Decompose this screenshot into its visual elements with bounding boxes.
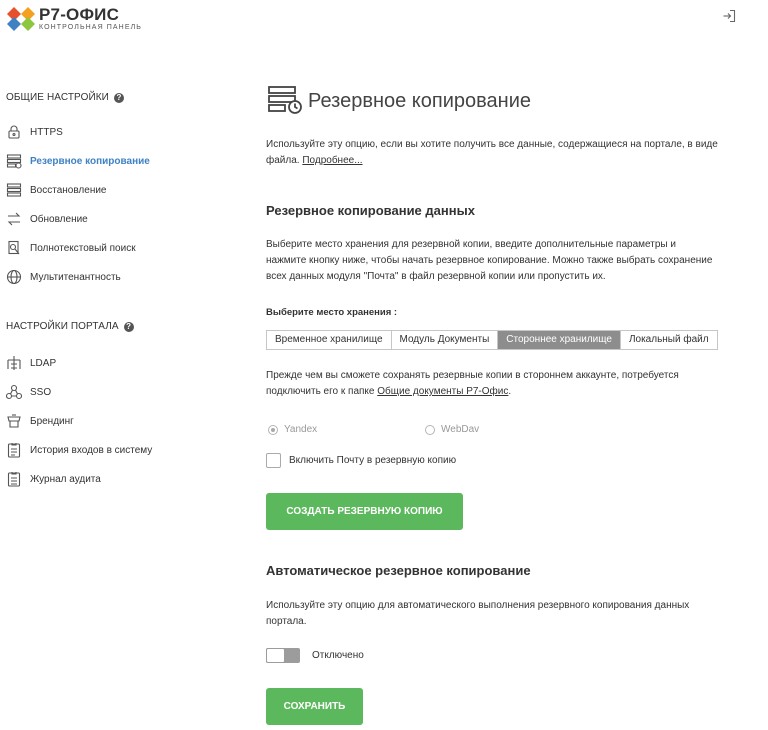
branding-icon <box>7 414 21 428</box>
general-settings-heading: ОБЩИЕ НАСТРОЙКИ ? <box>6 92 124 103</box>
backup-page-icon <box>268 86 302 114</box>
auto-backup-toggle-row: Отключено <box>266 648 364 663</box>
sidebar-item-label: История входов в систему <box>30 444 153 456</box>
sidebar-item-label: LDAP <box>30 357 57 369</box>
tab-documents-module[interactable]: Модуль Документы <box>391 331 499 349</box>
sidebar-item-update[interactable]: Обновление <box>6 210 88 228</box>
login-history-icon <box>7 443 21 458</box>
sidebar-item-label: Полнотекстовый поиск <box>30 242 136 254</box>
sidebar-item-label: HTTPS <box>30 126 63 138</box>
include-mail-option[interactable]: Включить Почту в резервную копию <box>266 453 456 468</box>
sidebar-item-label: Резервное копирование <box>30 155 150 167</box>
radio-webdav-indicator[interactable] <box>425 424 435 435</box>
restore-icon <box>6 183 22 197</box>
radio-webdav-label: WebDav <box>441 424 480 435</box>
radio-yandex-label: Yandex <box>284 424 318 435</box>
lock-icon <box>8 125 20 139</box>
radio-yandex-indicator[interactable] <box>268 424 278 435</box>
storage-label: Выберите место хранения : <box>266 307 398 318</box>
auto-backup-toggle[interactable] <box>266 648 300 663</box>
create-backup-button[interactable]: СОЗДАТЬ РЕЗЕРВНУЮ КОПИЮ <box>266 493 463 530</box>
save-button[interactable]: СОХРАНИТЬ <box>266 688 363 725</box>
auto-backup-toggle-label: Отключено <box>312 650 364 661</box>
tab-third-party-storage[interactable]: Стороннее хранилище <box>498 331 621 349</box>
sidebar-item-restore[interactable]: Восстановление <box>6 181 107 199</box>
sidebar-item-backup[interactable]: Резервное копирование <box>6 152 150 170</box>
include-mail-label: Включить Почту в резервную копию <box>289 455 457 466</box>
radio-yandex[interactable]: Yandex <box>268 424 317 435</box>
sidebar-item-audit-log[interactable]: Журнал аудита <box>6 470 101 488</box>
third-party-note: Прежде чем вы сможете сохранять резервны… <box>266 368 726 400</box>
logo-title: Р7-ОФИС <box>39 5 120 24</box>
sign-out-icon[interactable] <box>722 9 736 23</box>
sidebar-item-sso[interactable]: SSO <box>6 383 51 401</box>
sidebar-item-label: Брендинг <box>30 415 74 427</box>
sidebar-item-label: Обновление <box>30 213 88 225</box>
audit-log-icon <box>7 472 21 487</box>
sidebar-item-ldap[interactable]: LDAP <box>6 354 56 372</box>
auto-backup-description: Используйте эту опцию для автоматическог… <box>266 600 690 627</box>
sidebar-item-https[interactable]: HTTPS <box>6 123 63 141</box>
sidebar-item-label: Мультитенантность <box>30 271 121 283</box>
backup-icon <box>6 154 22 169</box>
include-mail-checkbox[interactable] <box>266 453 281 468</box>
ldap-icon <box>7 356 21 370</box>
tab-local-file[interactable]: Локальный файл <box>620 331 717 349</box>
more-info-link[interactable]: Подробнее... <box>302 155 362 166</box>
sidebar-item-fulltext-search[interactable]: Полнотекстовый поиск <box>6 239 136 257</box>
sidebar-item-label: SSO <box>30 386 52 398</box>
sidebar-item-label: Восстановление <box>30 184 107 196</box>
general-settings-title: ОБЩИЕ НАСТРОЙКИ <box>6 92 109 103</box>
common-documents-link[interactable]: Общие документы Р7-Офис <box>377 386 508 397</box>
portal-settings-title: НАСТРОЙКИ ПОРТАЛА <box>6 321 119 332</box>
sso-icon <box>6 384 22 400</box>
third-party-note-end: . <box>508 386 512 397</box>
logo-subtitle: КОНТРОЛЬНАЯ ПАНЕЛЬ <box>39 24 142 31</box>
intro-text: Используйте эту опцию, если вы хотите по… <box>266 137 746 169</box>
backup-description: Выберите место хранения для резервной ко… <box>266 239 713 282</box>
sidebar-item-login-history[interactable]: История входов в систему <box>6 441 152 459</box>
search-icon <box>8 240 20 255</box>
portal-settings-heading: НАСТРОЙКИ ПОРТАЛА ? <box>6 321 134 332</box>
page-title: Резервное копирование <box>308 90 532 112</box>
update-icon <box>7 212 21 226</box>
sidebar-item-label: Журнал аудита <box>30 473 101 485</box>
radio-webdav[interactable]: WebDav <box>425 424 479 435</box>
globe-icon <box>6 269 22 285</box>
logo[interactable]: Р7-ОФИС КОНТРОЛЬНАЯ ПАНЕЛЬ <box>6 3 166 33</box>
help-icon[interactable]: ? <box>113 92 124 103</box>
sidebar-item-branding[interactable]: Брендинг <box>6 412 74 430</box>
tab-temporary-storage[interactable]: Временное хранилище <box>267 331 392 349</box>
logo-mark-icon <box>7 7 35 31</box>
storage-tabs: Временное хранилище Модуль Документы Сто… <box>266 330 718 350</box>
backup-section-title: Резервное копирование данных <box>266 203 475 218</box>
toggle-knob <box>266 648 285 663</box>
sidebar-item-multitenancy[interactable]: Мультитенантность <box>6 268 121 286</box>
auto-backup-title: Автоматическое резервное копирование <box>266 563 531 578</box>
help-icon[interactable]: ? <box>123 321 134 332</box>
